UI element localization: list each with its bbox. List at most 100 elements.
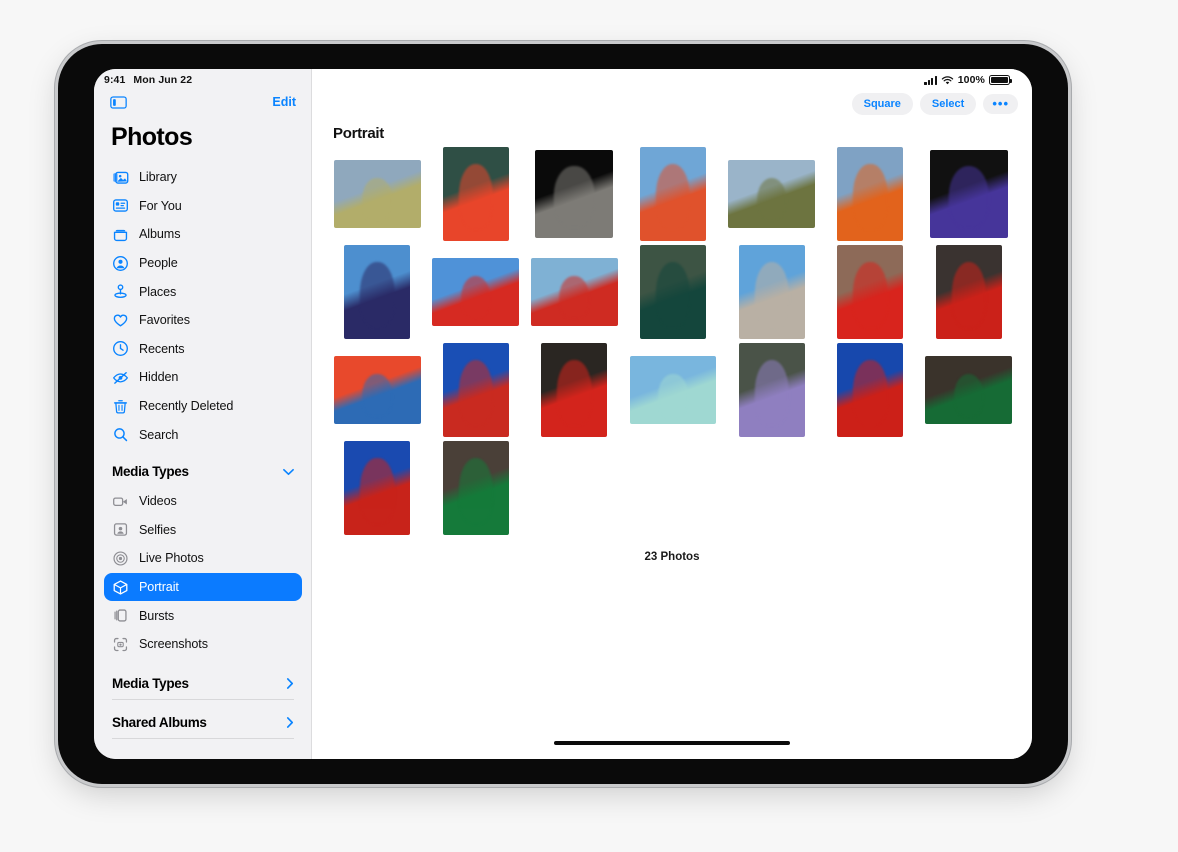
photo-subject <box>458 359 494 426</box>
photo-thumbnail[interactable] <box>929 149 1008 239</box>
photo-cell[interactable] <box>431 147 522 241</box>
wifi-icon <box>941 75 953 84</box>
photo-cell[interactable] <box>923 147 1014 241</box>
photo-subject <box>754 261 789 328</box>
photo-cell[interactable] <box>923 245 1014 339</box>
footer-section-media-types[interactable]: Media Types <box>104 669 302 699</box>
select-button[interactable]: Select <box>919 93 977 115</box>
photo-cell[interactable] <box>825 245 916 339</box>
sidebar-item-favorites[interactable]: Favorites <box>104 306 302 335</box>
sidebar-item-label: People <box>139 256 178 271</box>
sidebar-item-recently-deleted[interactable]: Recently Deleted <box>104 392 302 421</box>
ipad-screen: 9:41 Mon Jun 22 100% Edit Photos Library… <box>94 69 1032 759</box>
photo-thumbnail[interactable] <box>442 343 509 437</box>
ellipsis-icon: ••• <box>992 96 1009 111</box>
media-types-section-header[interactable]: Media Types <box>104 457 302 487</box>
photo-cell[interactable] <box>529 343 620 437</box>
photo-thumbnail[interactable] <box>925 356 1013 424</box>
sidebar-item-portrait[interactable]: Portrait <box>104 572 302 602</box>
photo-cell[interactable] <box>825 147 916 241</box>
ipad-device-frame: 9:41 Mon Jun 22 100% Edit Photos Library… <box>58 44 1068 784</box>
section-title: Media Types <box>112 676 189 691</box>
photo-thumbnail[interactable] <box>738 245 805 339</box>
photo-thumbnail[interactable] <box>935 245 1002 339</box>
photo-cell[interactable] <box>923 343 1014 437</box>
photos-app: Edit Photos Library For You Albums Peopl… <box>94 69 1032 759</box>
photo-thumbnail[interactable] <box>442 147 509 241</box>
photo-cell[interactable] <box>726 147 817 241</box>
photo-thumbnail[interactable] <box>629 356 717 424</box>
screenshot-stage: 9:41 Mon Jun 22 100% Edit Photos Library… <box>0 0 1178 852</box>
places-icon <box>114 284 127 299</box>
sidebar-item-label: Recents <box>139 341 185 356</box>
photo-cell[interactable] <box>825 343 916 437</box>
photo-cell[interactable] <box>431 343 522 437</box>
photo-thumbnail[interactable] <box>344 245 411 339</box>
sidebar-item-bursts[interactable]: Bursts <box>104 601 302 630</box>
sidebar-item-videos[interactable]: Videos <box>104 487 302 516</box>
photo-cell[interactable] <box>726 245 817 339</box>
photo-thumbnail[interactable] <box>541 343 608 437</box>
photo-cell[interactable] <box>332 245 423 339</box>
photo-cell[interactable] <box>529 147 620 241</box>
home-indicator[interactable] <box>554 740 790 745</box>
photo-cell[interactable] <box>628 147 719 241</box>
footer-section-shared-albums[interactable]: Shared Albums <box>104 708 302 738</box>
for-you-icon <box>113 199 128 213</box>
video-icon <box>113 497 127 506</box>
photo-subject <box>458 163 494 230</box>
photo-thumbnail[interactable] <box>639 147 707 241</box>
photo-thumbnail[interactable] <box>837 245 904 339</box>
content-area: Square Select ••• Portrait 23 Photos <box>312 69 1032 759</box>
sidebar-item-albums[interactable]: Albums <box>104 220 302 249</box>
photo-thumbnail[interactable] <box>837 343 904 437</box>
sidebar-item-selfies[interactable]: Selfies <box>104 516 302 545</box>
chevron-right-icon[interactable] <box>286 678 294 689</box>
sidebar-item-search[interactable]: Search <box>104 420 302 449</box>
sidebar-toggle-icon[interactable] <box>110 94 127 111</box>
sidebar-item-places[interactable]: Places <box>104 277 302 306</box>
photo-thumbnail[interactable] <box>738 343 805 437</box>
section-title: Shared Albums <box>112 715 207 730</box>
photo-thumbnail[interactable] <box>333 160 421 228</box>
photo-cell[interactable] <box>726 343 817 437</box>
photo-thumbnail[interactable] <box>639 245 707 339</box>
photo-cell[interactable] <box>332 147 423 241</box>
sidebar-item-label: Videos <box>139 494 177 509</box>
photo-cell[interactable] <box>332 343 423 437</box>
chevron-down-icon[interactable] <box>283 468 294 476</box>
clock-icon <box>113 341 128 357</box>
photo-thumbnail[interactable] <box>728 160 816 228</box>
chevron-right-icon[interactable] <box>286 717 294 728</box>
photo-thumbnail[interactable] <box>442 441 509 535</box>
photo-thumbnail[interactable] <box>432 258 520 326</box>
photo-cell[interactable] <box>529 245 620 339</box>
photo-subject <box>852 261 888 328</box>
battery-percent-label: 100% <box>957 74 985 86</box>
photo-cell[interactable] <box>332 441 423 535</box>
sidebar-item-label: Hidden <box>139 370 179 385</box>
sidebar-item-live-photos[interactable]: Live Photos <box>104 544 302 573</box>
photo-thumbnail[interactable] <box>333 356 421 424</box>
sidebar-item-screenshots[interactable]: Screenshots <box>104 630 302 659</box>
photo-cell[interactable] <box>628 245 719 339</box>
sidebar-item-people[interactable]: People <box>104 249 302 278</box>
photo-thumbnail[interactable] <box>344 441 411 535</box>
sidebar-item-library[interactable]: Library <box>104 163 302 192</box>
photo-cell[interactable] <box>628 343 719 437</box>
photo-cell[interactable] <box>431 441 522 535</box>
photo-subject <box>852 163 888 230</box>
photo-cell[interactable] <box>431 245 522 339</box>
edit-button[interactable]: Edit <box>272 95 296 109</box>
more-options-button[interactable]: ••• <box>983 94 1018 114</box>
content-toolbar: Square Select ••• <box>851 93 1018 115</box>
photo-count-label: 23 Photos <box>644 551 700 563</box>
photo-thumbnail[interactable] <box>837 147 904 241</box>
square-button[interactable]: Square <box>851 93 913 115</box>
photo-thumbnail[interactable] <box>530 258 618 326</box>
sidebar-item-hidden[interactable]: Hidden <box>104 363 302 392</box>
sidebar-item-label: Favorites <box>139 313 190 328</box>
sidebar-item-recents[interactable]: Recents <box>104 335 302 364</box>
sidebar-item-for-you[interactable]: For You <box>104 192 302 221</box>
photo-thumbnail[interactable] <box>535 149 614 239</box>
